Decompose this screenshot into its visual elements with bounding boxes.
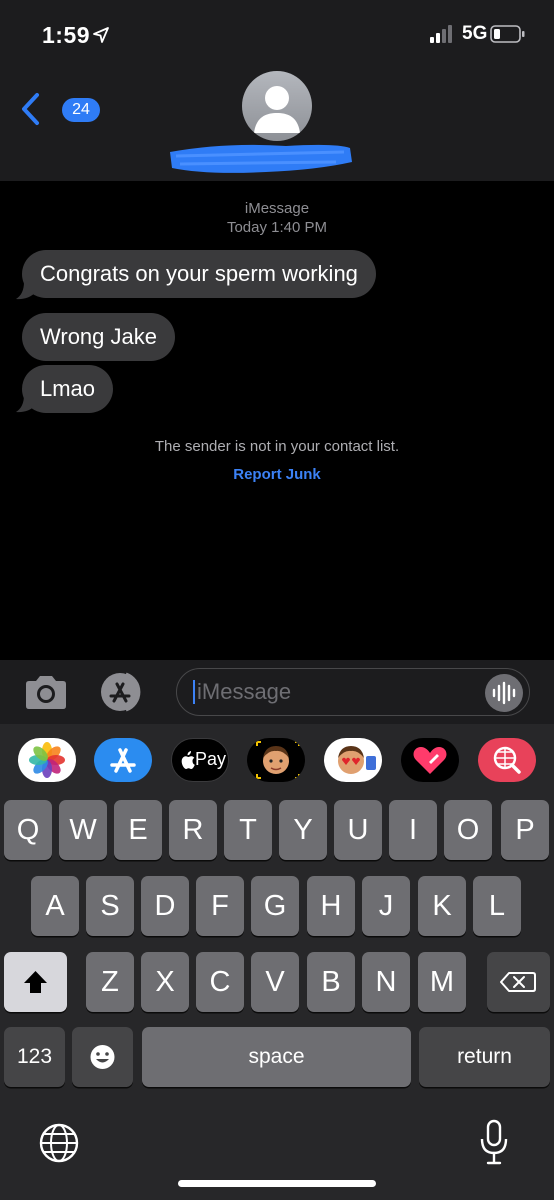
service-label: iMessage xyxy=(244,200,310,217)
location-arrow-icon xyxy=(93,27,109,43)
key-j[interactable]: J xyxy=(362,876,410,936)
person-silhouette-icon xyxy=(254,86,300,133)
unknown-sender-notice: The sender is not in your contact list. xyxy=(154,438,400,455)
app-store-app-button[interactable] xyxy=(94,738,152,782)
key-m[interactable]: M xyxy=(418,952,466,1012)
digital-touch-app-button[interactable] xyxy=(401,738,459,782)
compose-bar: iMessage xyxy=(0,660,554,724)
key-n[interactable]: N xyxy=(362,952,410,1012)
key-x[interactable]: X xyxy=(141,952,189,1012)
memoji-stickers-app-button[interactable] xyxy=(324,738,382,782)
delete-key[interactable] xyxy=(487,952,550,1012)
key-d[interactable]: D xyxy=(141,876,189,936)
apple-logo-icon xyxy=(181,751,195,769)
key-z[interactable]: Z xyxy=(86,952,134,1012)
memoji-app-button[interactable] xyxy=(247,738,305,782)
emoji-key[interactable] xyxy=(72,1027,133,1087)
key-l[interactable]: L xyxy=(473,876,521,936)
key-w[interactable]: W xyxy=(59,800,107,860)
return-key[interactable]: return xyxy=(419,1027,550,1087)
web-search-app-button[interactable] xyxy=(478,738,536,782)
numbers-key[interactable]: 123 xyxy=(4,1027,65,1087)
key-k[interactable]: K xyxy=(418,876,466,936)
text-cursor xyxy=(193,680,195,704)
contact-avatar[interactable] xyxy=(242,71,312,141)
app-store-icon[interactable] xyxy=(98,672,150,712)
key-h[interactable]: H xyxy=(307,876,355,936)
photos-app-button[interactable] xyxy=(18,738,76,782)
status-time: 1:59 xyxy=(42,22,91,48)
message-input-placeholder: iMessage xyxy=(197,679,292,704)
audio-message-button[interactable] xyxy=(485,674,523,712)
camera-icon[interactable] xyxy=(22,674,70,712)
key-t[interactable]: T xyxy=(224,800,272,860)
bubble-tail xyxy=(16,391,36,413)
memoji-stickers-icon xyxy=(338,746,376,774)
bubble-tail xyxy=(16,278,36,300)
message-text: Lmao xyxy=(40,376,96,401)
space-key[interactable]: space xyxy=(142,1027,411,1087)
key-a[interactable]: A xyxy=(31,876,79,936)
key-v[interactable]: V xyxy=(251,952,299,1012)
heart-icon xyxy=(413,747,447,774)
battery-icon xyxy=(490,25,525,43)
key-r[interactable]: R xyxy=(169,800,217,860)
apple-pay-label: Pay xyxy=(195,749,227,769)
key-u[interactable]: U xyxy=(334,800,382,860)
redacted-contact-name xyxy=(170,144,352,173)
key-o[interactable]: O xyxy=(444,800,492,860)
key-c[interactable]: C xyxy=(196,952,244,1012)
conversation-header: 24 xyxy=(0,70,554,181)
photos-icon xyxy=(29,742,65,778)
home-indicator[interactable] xyxy=(178,1180,376,1187)
key-s[interactable]: S xyxy=(86,876,134,936)
app-drawer: Pay xyxy=(0,724,554,796)
message-text: Congrats on your sperm working xyxy=(40,261,358,286)
message-text: Wrong Jake xyxy=(40,324,157,349)
waveform-icon xyxy=(492,681,516,705)
globe-search-icon xyxy=(493,746,521,774)
key-b[interactable]: B xyxy=(307,952,355,1012)
status-bar: 1:59 5G xyxy=(0,0,554,70)
shift-arrow-icon xyxy=(24,971,47,993)
shift-key[interactable] xyxy=(4,952,67,1012)
key-p[interactable]: P xyxy=(501,800,549,860)
back-button[interactable]: 24 xyxy=(20,92,100,126)
key-g[interactable]: G xyxy=(251,876,299,936)
chevron-left-icon xyxy=(22,93,39,125)
globe-icon[interactable] xyxy=(38,1122,80,1164)
network-type: 5G xyxy=(462,23,488,44)
key-q[interactable]: Q xyxy=(4,800,52,860)
microphone-icon[interactable] xyxy=(478,1118,510,1166)
memoji-icon xyxy=(256,741,300,779)
emoji-icon xyxy=(90,1045,115,1069)
key-i[interactable]: I xyxy=(389,800,437,860)
key-y[interactable]: Y xyxy=(279,800,327,860)
key-e[interactable]: E xyxy=(114,800,162,860)
message-input[interactable]: iMessage xyxy=(176,668,530,716)
message-bubble[interactable]: Congrats on your sperm working xyxy=(22,250,376,298)
message-bubble[interactable]: Wrong Jake xyxy=(22,313,175,361)
unread-count-badge: 24 xyxy=(62,98,100,122)
report-junk-link[interactable]: Report Junk xyxy=(0,466,554,483)
app-store-icon xyxy=(110,748,136,773)
apple-pay-app-button[interactable]: Pay xyxy=(171,738,229,782)
key-f[interactable]: F xyxy=(196,876,244,936)
message-timestamp: Today 1:40 PM xyxy=(226,219,328,236)
backspace-icon xyxy=(500,972,536,992)
cellular-signal-icon xyxy=(430,25,452,43)
